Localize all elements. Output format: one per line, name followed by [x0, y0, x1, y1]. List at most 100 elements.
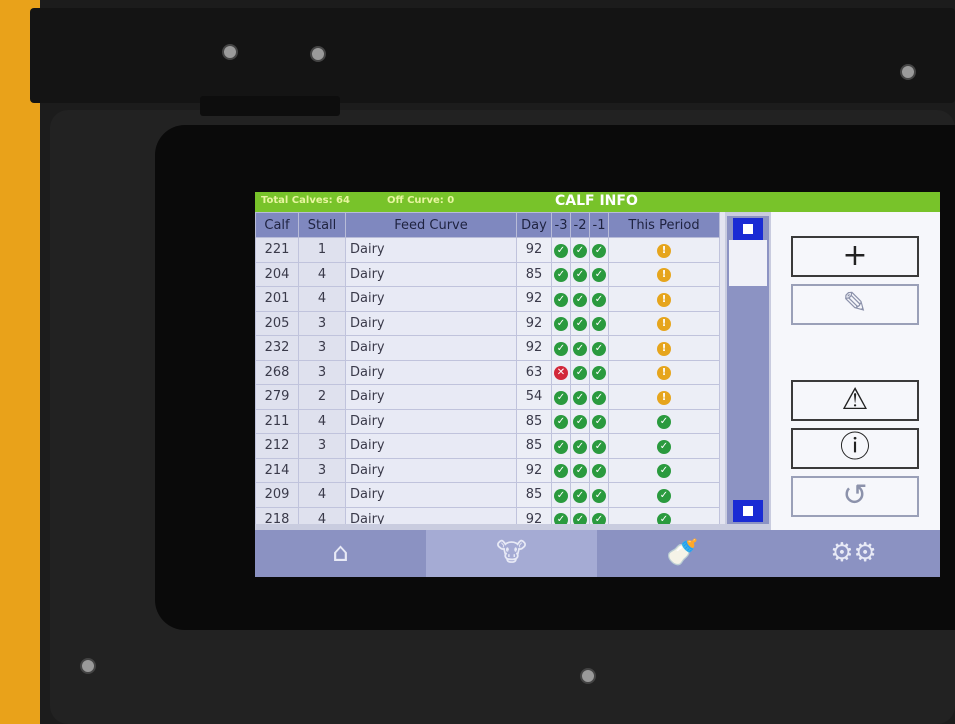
calf-id-cell: 201 — [255, 286, 299, 312]
nav-bottle[interactable]: 🍼 — [597, 530, 768, 577]
nav-home[interactable]: ⌂ — [255, 530, 426, 577]
check-icon: ✓ — [573, 292, 587, 307]
plus-icon: + — [842, 238, 868, 273]
scroll-down-button[interactable] — [733, 500, 763, 522]
history-cell: ✓ — [589, 359, 609, 385]
calf-head-icon: 🐮 — [496, 538, 527, 568]
touch-screen: Total Calves: 64 Off Curve: 0 CALF INFO … — [255, 192, 940, 577]
table-row[interactable]: 212 3 Dairy 85 ✓ ✓ ✓ ✓ — [255, 433, 720, 459]
edit-button[interactable]: ✎ — [791, 284, 919, 325]
check-icon: ✓ — [657, 513, 671, 524]
table-row[interactable]: 232 3 Dairy 92 ✓ ✓ ✓! — [255, 335, 720, 361]
add-button[interactable]: + — [791, 236, 919, 277]
table-row[interactable]: 218 4 Dairy 92 ✓ ✓ ✓ ✓ — [255, 506, 720, 524]
info-button[interactable]: ⓘ — [791, 428, 919, 469]
this-period-cell: ! — [608, 384, 720, 410]
table-row[interactable]: 221 1 Dairy 92 ✓ ✓ ✓! — [255, 237, 720, 263]
warning-icon: ! — [657, 366, 671, 381]
this-period-cell: ! — [608, 335, 720, 361]
history-cell: ✓ — [551, 384, 571, 410]
calf-id-cell: 218 — [255, 506, 299, 524]
this-period-cell: ! — [608, 310, 720, 336]
table-row[interactable]: 214 3 Dairy 92 ✓ ✓ ✓ ✓ — [255, 457, 720, 483]
column-header[interactable]: Day — [516, 212, 552, 238]
history-cell: ✓ — [570, 408, 590, 434]
history-cell: ✓ — [570, 286, 590, 312]
day-cell: 85 — [516, 482, 552, 508]
screw — [222, 44, 238, 60]
day-cell: 92 — [516, 506, 552, 524]
history-cell: ✓ — [589, 384, 609, 410]
history-cell: ✓ — [589, 506, 609, 524]
table-row[interactable]: 211 4 Dairy 85 ✓ ✓ ✓ ✓ — [255, 408, 720, 434]
home-icon: ⌂ — [332, 538, 349, 568]
check-icon: ✓ — [573, 488, 587, 503]
check-icon: ✓ — [554, 341, 568, 356]
table-row[interactable]: 268 3 Dairy 63 ✕ ✓ ✓! — [255, 359, 720, 385]
this-period-cell: ✓ — [608, 408, 720, 434]
history-button[interactable]: ↺ — [791, 476, 919, 517]
history-cell: ✓ — [551, 482, 571, 508]
column-header[interactable]: This Period — [608, 212, 720, 238]
feed-curve-cell: Dairy — [345, 506, 517, 524]
stall-cell: 1 — [298, 237, 346, 263]
history-cell: ✓ — [589, 310, 609, 336]
bottle-icon: 🍼 — [666, 538, 699, 568]
day-cell: 85 — [516, 408, 552, 434]
feed-curve-cell: Dairy — [345, 359, 517, 385]
feed-curve-cell: Dairy — [345, 433, 517, 459]
history-cell: ✓ — [570, 335, 590, 361]
nav-settings[interactable]: ⚙⚙ — [768, 530, 939, 577]
alert-button[interactable]: ⚠ — [791, 380, 919, 421]
check-icon: ✓ — [573, 464, 587, 479]
column-header[interactable]: Feed Curve — [345, 212, 517, 238]
screw — [310, 46, 326, 62]
calf-id-cell: 214 — [255, 457, 299, 483]
warning-icon: ! — [657, 268, 671, 283]
warning-icon: ! — [657, 341, 671, 356]
calf-table: Calf Stall Feed Curve Day -3 -2 -1 This Period … — [255, 212, 720, 524]
column-header[interactable]: Calf — [255, 212, 299, 238]
table-row[interactable]: 204 4 Dairy 85 ✓ ✓ ✓! — [255, 261, 720, 287]
history-cell: ✓ — [570, 359, 590, 385]
warning-icon: ⚠ — [841, 382, 869, 417]
day-cell: 54 — [516, 384, 552, 410]
check-icon: ✓ — [592, 243, 606, 258]
table-row[interactable]: 201 4 Dairy 92 ✓ ✓ ✓! — [255, 286, 720, 312]
table-row[interactable]: 279 2 Dairy 54 ✓ ✓ ✓! — [255, 384, 720, 410]
screw — [80, 658, 96, 674]
nav-calves[interactable]: 🐮 — [426, 530, 597, 577]
square-icon — [743, 506, 753, 516]
scroll-thumb[interactable] — [729, 240, 767, 286]
check-icon: ✓ — [554, 317, 568, 332]
check-icon: ✓ — [657, 488, 671, 503]
check-icon: ✓ — [573, 415, 587, 430]
history-cell: ✓ — [551, 237, 571, 263]
stall-cell: 3 — [298, 433, 346, 459]
column-header[interactable]: Stall — [298, 212, 346, 238]
warning-icon: ! — [657, 390, 671, 405]
scroll-up-button[interactable] — [733, 218, 763, 240]
stall-cell: 3 — [298, 457, 346, 483]
history-cell: ✓ — [589, 433, 609, 459]
scrollbar[interactable] — [727, 216, 769, 524]
column-header[interactable]: -3 — [551, 212, 571, 238]
calf-id-cell: 205 — [255, 310, 299, 336]
check-icon: ✓ — [554, 513, 568, 524]
history-cell: ✓ — [570, 261, 590, 287]
history-cell: ✓ — [589, 286, 609, 312]
column-header[interactable]: -2 — [570, 212, 590, 238]
check-icon: ✓ — [592, 488, 606, 503]
check-icon: ✓ — [554, 390, 568, 405]
table-row[interactable]: 205 3 Dairy 92 ✓ ✓ ✓! — [255, 310, 720, 336]
page-title: CALF INFO — [555, 193, 638, 209]
calf-id-cell: 268 — [255, 359, 299, 385]
column-header[interactable]: -1 — [589, 212, 609, 238]
feed-curve-cell: Dairy — [345, 408, 517, 434]
check-icon: ✓ — [592, 415, 606, 430]
this-period-cell: ✓ — [608, 506, 720, 524]
feed-curve-cell: Dairy — [345, 310, 517, 336]
history-cell: ✓ — [589, 457, 609, 483]
table-row[interactable]: 209 4 Dairy 85 ✓ ✓ ✓ ✓ — [255, 482, 720, 508]
history-cell: ✓ — [551, 310, 571, 336]
